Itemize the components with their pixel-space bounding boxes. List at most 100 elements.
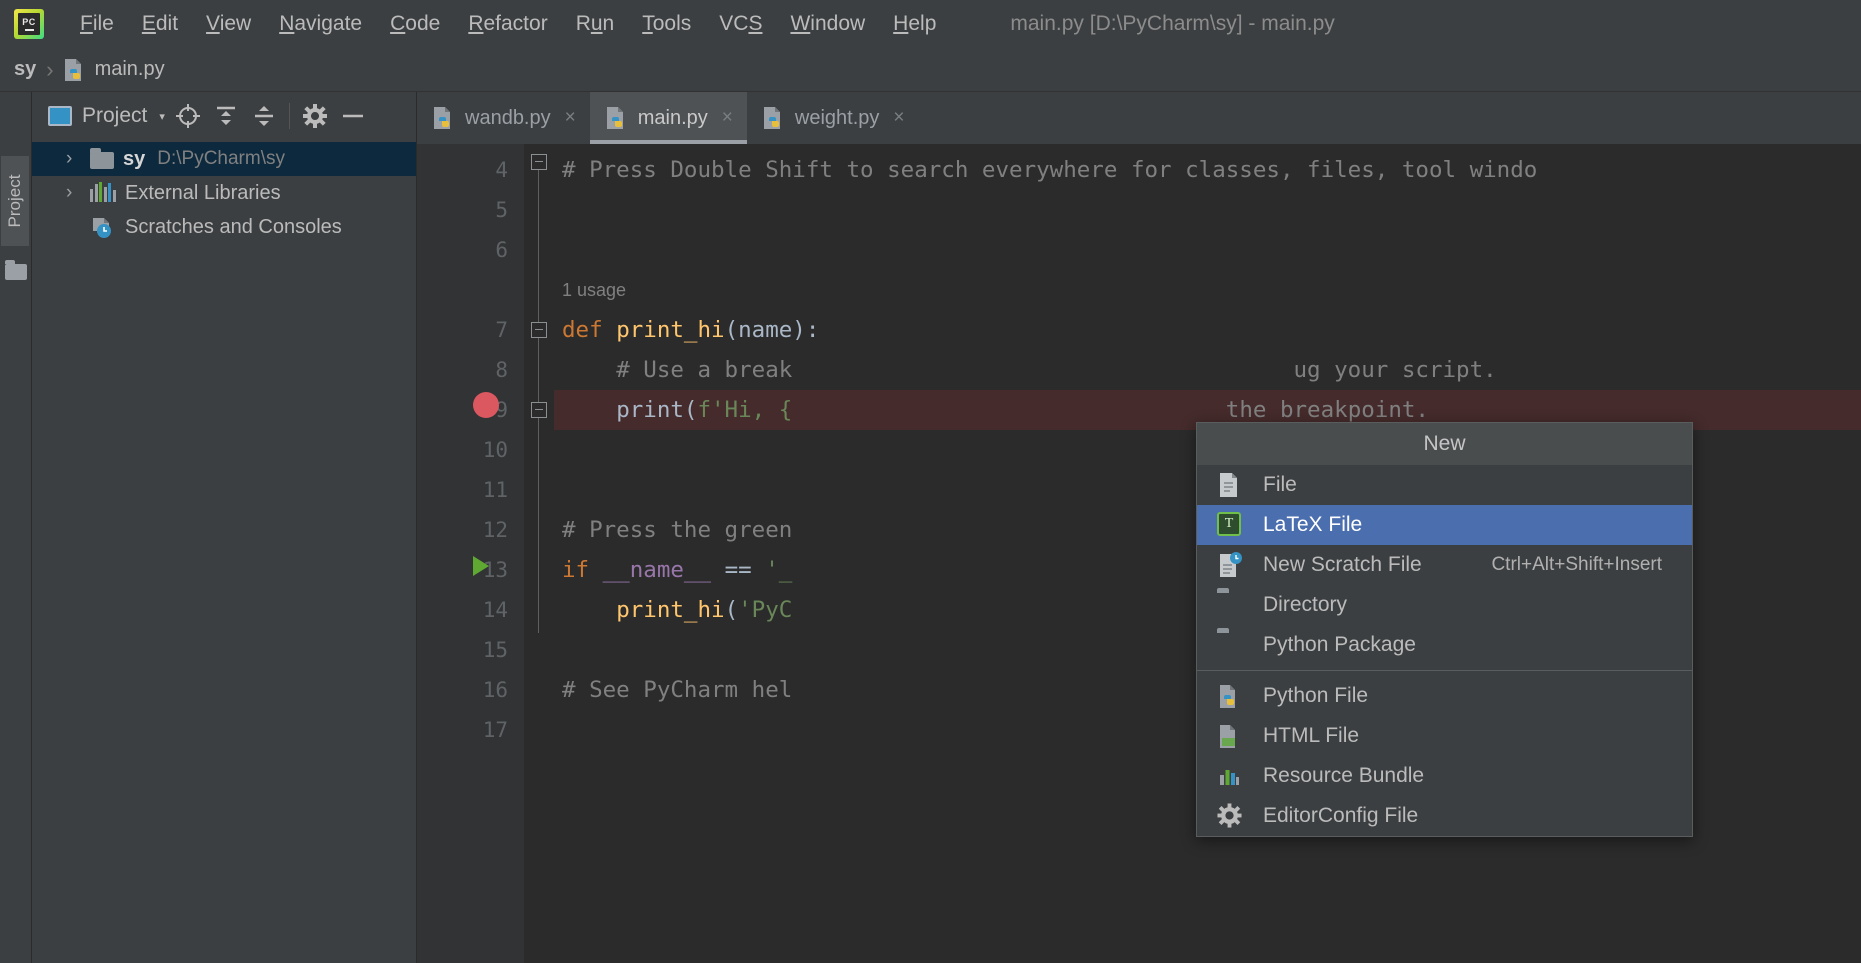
menu-item-python-package[interactable]: Python Package [1197,625,1692,665]
menu-item-label: Resource Bundle [1263,764,1424,788]
menu-vcs[interactable]: VCS [705,8,776,40]
run-gutter-icon[interactable] [473,556,489,576]
line-number: 6 [417,230,524,270]
line-number: 16 [417,670,524,710]
scratches-icon [90,216,116,238]
menu-refactor[interactable]: Refactor [454,8,561,40]
close-icon[interactable]: × [893,107,904,129]
menu-item-html-file[interactable]: HTML File [1197,716,1692,756]
pycharm-logo-icon: PC [14,9,44,39]
editor-tab-weight[interactable]: weight.py × [747,92,919,144]
fold-marker-icon[interactable] [531,402,547,418]
menu-file[interactable]: File [66,8,128,40]
menu-code[interactable]: Code [376,8,454,40]
menu-item-label: Python File [1263,684,1368,708]
tool-window-button-project[interactable]: Project [1,156,29,246]
tree-item-label: Scratches and Consoles [125,216,342,239]
menu-item-shortcut: Ctrl+Alt+Shift+Insert [1491,554,1662,576]
menu-help[interactable]: Help [879,8,950,40]
latex-file-icon: T [1217,512,1247,538]
menu-item-editorconfig-file[interactable]: EditorConfig File [1197,796,1692,836]
left-tool-strip: Project [0,92,32,963]
locate-icon[interactable] [169,97,207,135]
editor-tab-main[interactable]: main.py × [590,92,747,144]
line-number: 8 [417,350,524,390]
menu-tools[interactable]: Tools [628,8,705,40]
line-number: 14 [417,590,524,630]
python-file-icon [64,58,86,82]
menu-item-label: HTML File [1263,724,1359,748]
main-area: Project Project ▾ [0,92,1861,963]
project-panel: Project ▾ [32,92,417,963]
menu-item-resource-bundle[interactable]: Resource Bundle [1197,756,1692,796]
tree-item-external-libraries[interactable]: › External Libraries [32,176,416,210]
line-number: 11 [417,470,524,510]
python-file-icon [1217,683,1247,709]
menu-item-latex-file[interactable]: T LaTeX File [1197,505,1692,545]
fold-region-line [538,168,539,633]
line-number: 13 [417,550,524,590]
editor-area: wandb.py × main.py × [417,92,1861,963]
close-icon[interactable]: × [565,107,576,129]
logo-text: PC [22,18,36,27]
window-title: main.py [D:\PyCharm\sy] - main.py [1010,12,1334,36]
line-number: 4 [417,150,524,190]
python-file-icon [763,106,785,130]
line-number-gutter[interactable]: 4567891011121314151617 [417,144,524,963]
tree-item-path: D:\PyCharm\sy [157,148,285,170]
code-folding-strip[interactable] [524,144,554,963]
html-file-icon [1217,723,1247,749]
tree-item-sy[interactable]: › sy D:\PyCharm\sy [32,142,416,176]
breadcrumb-file[interactable]: main.py [95,58,165,81]
collapse-all-icon[interactable] [245,97,283,135]
line-number: 5 [417,190,524,230]
tree-item-label: External Libraries [125,182,281,205]
line-number [417,270,524,310]
code-line [554,230,1861,270]
menu-item-directory[interactable]: Directory [1197,585,1692,625]
menu-edit[interactable]: Edit [128,8,192,40]
breakpoint-marker[interactable] [473,392,499,418]
minimize-icon[interactable] [334,97,372,135]
fold-marker-icon[interactable] [531,322,547,338]
menu-item-label: LaTeX File [1263,513,1362,537]
expand-all-icon[interactable] [207,97,245,135]
chevron-down-icon[interactable]: ▾ [159,110,165,123]
menu-run[interactable]: Run [562,8,629,40]
editor-tab-label: wandb.py [465,107,551,130]
code-line: # Use a break ug your script. [554,350,1861,390]
editor-tab-wandb[interactable]: wandb.py × [417,92,590,144]
editorconfig-file-icon [1217,803,1247,829]
editor-tab-label: weight.py [795,107,880,130]
code-line: # Press Double Shift to search everywher… [554,150,1861,190]
menu-view[interactable]: View [192,8,265,40]
toolbar-divider [289,103,290,129]
project-panel-title[interactable]: Project [82,104,147,128]
resource-bundle-icon [1217,763,1247,789]
folder-icon[interactable] [5,264,27,280]
context-menu-header: New [1197,423,1692,465]
breadcrumb-project[interactable]: sy [14,58,36,81]
menu-item-label: File [1263,473,1297,497]
fold-marker-icon[interactable] [531,154,547,170]
tree-item-scratches-and-consoles[interactable]: Scratches and Consoles [32,210,416,244]
menu-item-file[interactable]: File [1197,465,1692,505]
chevron-right-icon[interactable]: › [66,148,90,170]
line-number: 15 [417,630,524,670]
editor-tab-bar: wandb.py × main.py × [417,92,1861,144]
close-icon[interactable]: × [722,107,733,129]
folder-icon [90,152,114,169]
line-number: 9 [417,390,524,430]
project-panel-header: Project ▾ [32,92,416,140]
project-tree: › sy D:\PyCharm\sy › Exter [32,140,416,244]
gear-icon[interactable] [296,97,334,135]
menu-item-new-scratch-file[interactable]: New Scratch File Ctrl+Alt+Shift+Insert [1197,545,1692,585]
line-number: 10 [417,430,524,470]
menu-navigate[interactable]: Navigate [265,8,376,40]
menu-item-python-file[interactable]: Python File [1197,676,1692,716]
code-line [554,190,1861,230]
menu-window[interactable]: Window [776,8,879,40]
library-icon [90,182,116,204]
menu-item-label: EditorConfig File [1263,804,1418,828]
chevron-right-icon[interactable]: › [66,182,90,204]
